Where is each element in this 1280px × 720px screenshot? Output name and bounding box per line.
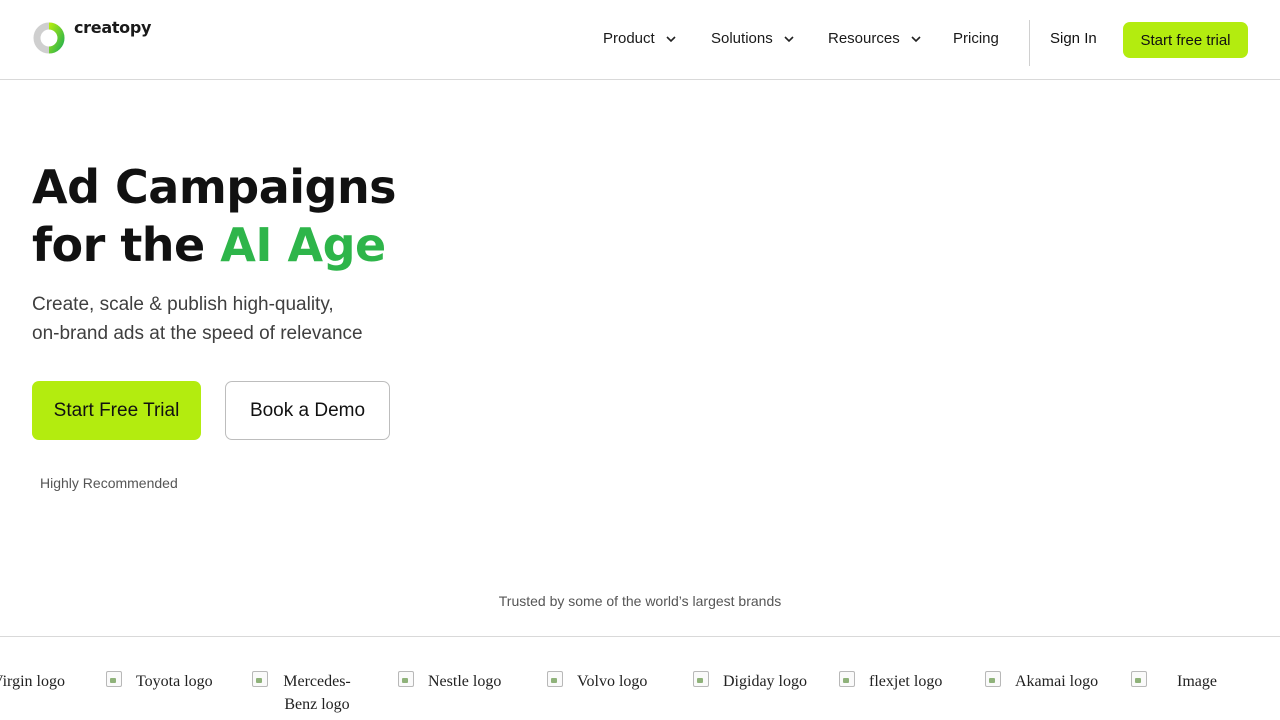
- nav-item-label: Product: [603, 30, 655, 47]
- brand-logo-virgin: Virgin logo: [0, 670, 65, 693]
- broken-image-icon: [547, 671, 563, 687]
- broken-image-icon: [693, 671, 709, 687]
- hero-title: Ad Campaigns for the AI Age: [32, 158, 397, 274]
- chevron-down-icon: [666, 35, 676, 42]
- brand-logo-alt: Akamai logo: [1015, 673, 1099, 690]
- nav-item-label: Resources: [828, 30, 900, 47]
- broken-image-icon: [106, 671, 122, 687]
- creatopy-logo[interactable]: creatopy: [32, 14, 151, 60]
- nav-divider: [1029, 20, 1030, 66]
- highly-recommended-label: Highly Recommended: [40, 475, 178, 491]
- site-header: creatopy Product Solutions Resources Pri…: [0, 0, 1280, 80]
- brand-logo-alt: Toyota logo: [136, 673, 213, 690]
- hero-title-accent: AI Age: [220, 218, 386, 272]
- start-free-trial-button[interactable]: Start Free Trial: [32, 381, 201, 440]
- brand-logo-mercedes: Mercedes-Benz logo: [252, 670, 362, 716]
- start-free-trial-nav-button[interactable]: Start free trial: [1123, 22, 1248, 58]
- nav-item-label: Solutions: [711, 30, 773, 47]
- hero-subtitle-line2: on-brand ads at the speed of relevance: [32, 323, 363, 344]
- creatopy-logo-icon: [33, 22, 65, 54]
- chevron-down-icon: [784, 35, 794, 42]
- brand-logo-alt: Nestle logo: [428, 673, 502, 690]
- nav-item-solutions[interactable]: Solutions: [711, 30, 795, 47]
- hero-title-line2-prefix: for the: [32, 218, 221, 272]
- logo-strip-divider: [0, 636, 1280, 637]
- broken-image-icon: [839, 671, 855, 687]
- broken-image-icon: [985, 671, 1001, 687]
- hero-subtitle: Create, scale & publish high-quality, on…: [32, 290, 363, 348]
- brand-logo-alt: Volvo logo: [577, 673, 648, 690]
- brand-logo-alt: Image: [1177, 673, 1217, 690]
- brand-logo-alt: Virgin logo: [0, 673, 65, 690]
- hero-subtitle-line1: Create, scale & publish high-quality,: [32, 294, 334, 315]
- brand-logo-image: Image: [1131, 670, 1217, 693]
- sign-in-link[interactable]: Sign In: [1050, 30, 1097, 47]
- brand-logo-akamai: Akamai logo: [985, 670, 1098, 693]
- nav-item-label: Pricing: [953, 30, 999, 47]
- brand-logo-volvo: Volvo logo: [547, 670, 647, 693]
- trusted-by-text: Trusted by some of the world’s largest b…: [498, 593, 782, 609]
- book-demo-button[interactable]: Book a Demo: [225, 381, 390, 440]
- brand-name: creatopy: [74, 17, 152, 37]
- brand-logo-digiday: Digiday logo: [693, 670, 807, 693]
- hero-title-line1: Ad Campaigns: [32, 160, 397, 214]
- broken-image-icon: [252, 671, 268, 687]
- brand-logo-alt: Digiday logo: [723, 673, 807, 690]
- broken-image-icon: [1131, 671, 1147, 687]
- nav-item-pricing[interactable]: Pricing: [953, 30, 999, 47]
- brand-logo-alt: Mercedes-Benz logo: [283, 673, 351, 713]
- brand-logo-nestle: Nestle logo: [398, 670, 501, 693]
- chevron-down-icon: [911, 35, 921, 42]
- nav-item-resources[interactable]: Resources: [828, 30, 922, 47]
- broken-image-icon: [398, 671, 414, 687]
- brand-logo-toyota: Toyota logo: [106, 670, 213, 693]
- nav-item-product[interactable]: Product: [603, 30, 677, 47]
- brand-logo-flexjet: flexjet logo: [839, 670, 942, 693]
- brand-logo-alt: flexjet logo: [869, 673, 943, 690]
